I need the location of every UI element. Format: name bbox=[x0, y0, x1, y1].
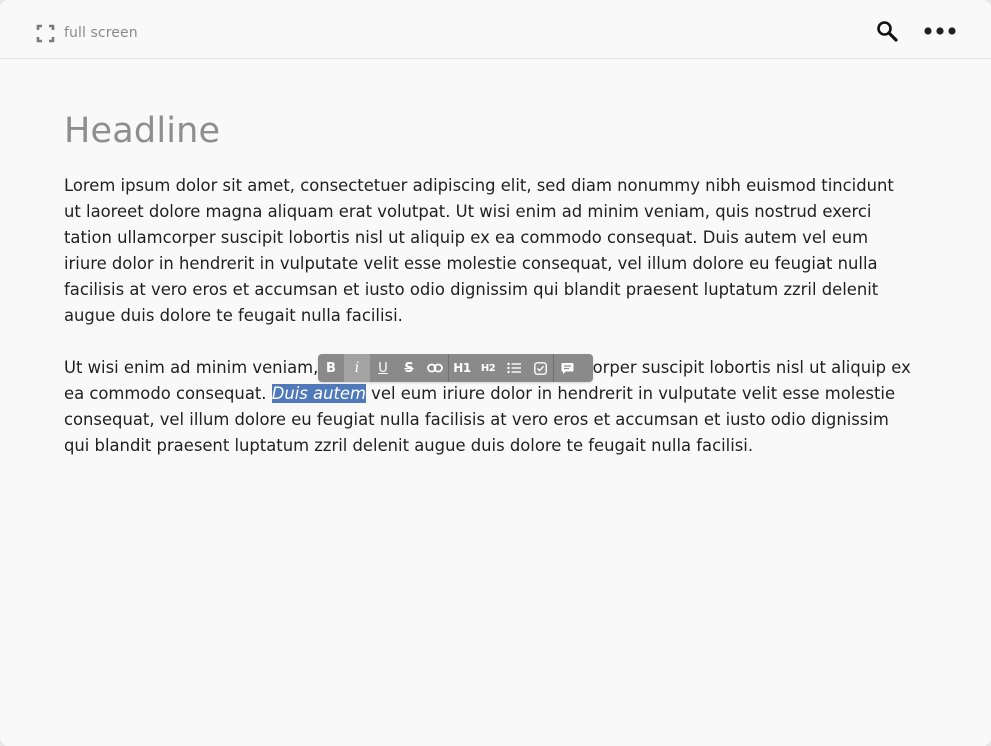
paragraph-1[interactable]: Lorem ipsum dolor sit amet, consectetuer… bbox=[64, 173, 914, 329]
heading-2-label: H2 bbox=[480, 362, 496, 374]
heading-1-button[interactable]: H1 bbox=[449, 354, 475, 382]
bullet-list-icon bbox=[507, 362, 521, 374]
link-icon bbox=[427, 363, 443, 373]
italic-button[interactable]: i bbox=[344, 354, 370, 382]
strikethrough-label: S bbox=[404, 360, 414, 376]
checkbox-icon bbox=[533, 361, 547, 375]
fullscreen-icon bbox=[36, 24, 55, 42]
fullscreen-button[interactable]: full screen bbox=[36, 22, 138, 44]
bullet-list-button[interactable] bbox=[501, 354, 527, 382]
more-icon[interactable] bbox=[924, 21, 956, 41]
bold-label: B bbox=[326, 360, 336, 376]
strikethrough-button[interactable]: S bbox=[396, 354, 422, 382]
comment-icon bbox=[561, 362, 573, 374]
heading-1-label: H1 bbox=[453, 361, 471, 375]
document-headline[interactable]: Headline bbox=[64, 108, 914, 154]
italic-label: i bbox=[354, 360, 360, 376]
link-button[interactable] bbox=[422, 354, 448, 382]
underline-label: U bbox=[378, 360, 388, 376]
fullscreen-label: full screen bbox=[64, 25, 138, 41]
comment-button[interactable] bbox=[554, 354, 580, 382]
heading-2-button[interactable]: H2 bbox=[475, 354, 501, 382]
format-toolbar: B i U S H1 H2 bbox=[318, 354, 593, 382]
search-icon[interactable] bbox=[875, 19, 899, 43]
bold-button[interactable]: B bbox=[318, 354, 344, 382]
checkbox-button[interactable] bbox=[527, 354, 553, 382]
top-bar: full screen bbox=[0, 0, 991, 59]
underline-button[interactable]: U bbox=[370, 354, 396, 382]
selected-text[interactable]: Duis autem bbox=[271, 384, 366, 403]
editor-window: full screen Headline Lorem ipsum dolor s… bbox=[0, 0, 991, 746]
document-body[interactable]: Headline Lorem ipsum dolor sit amet, con… bbox=[64, 108, 914, 455]
